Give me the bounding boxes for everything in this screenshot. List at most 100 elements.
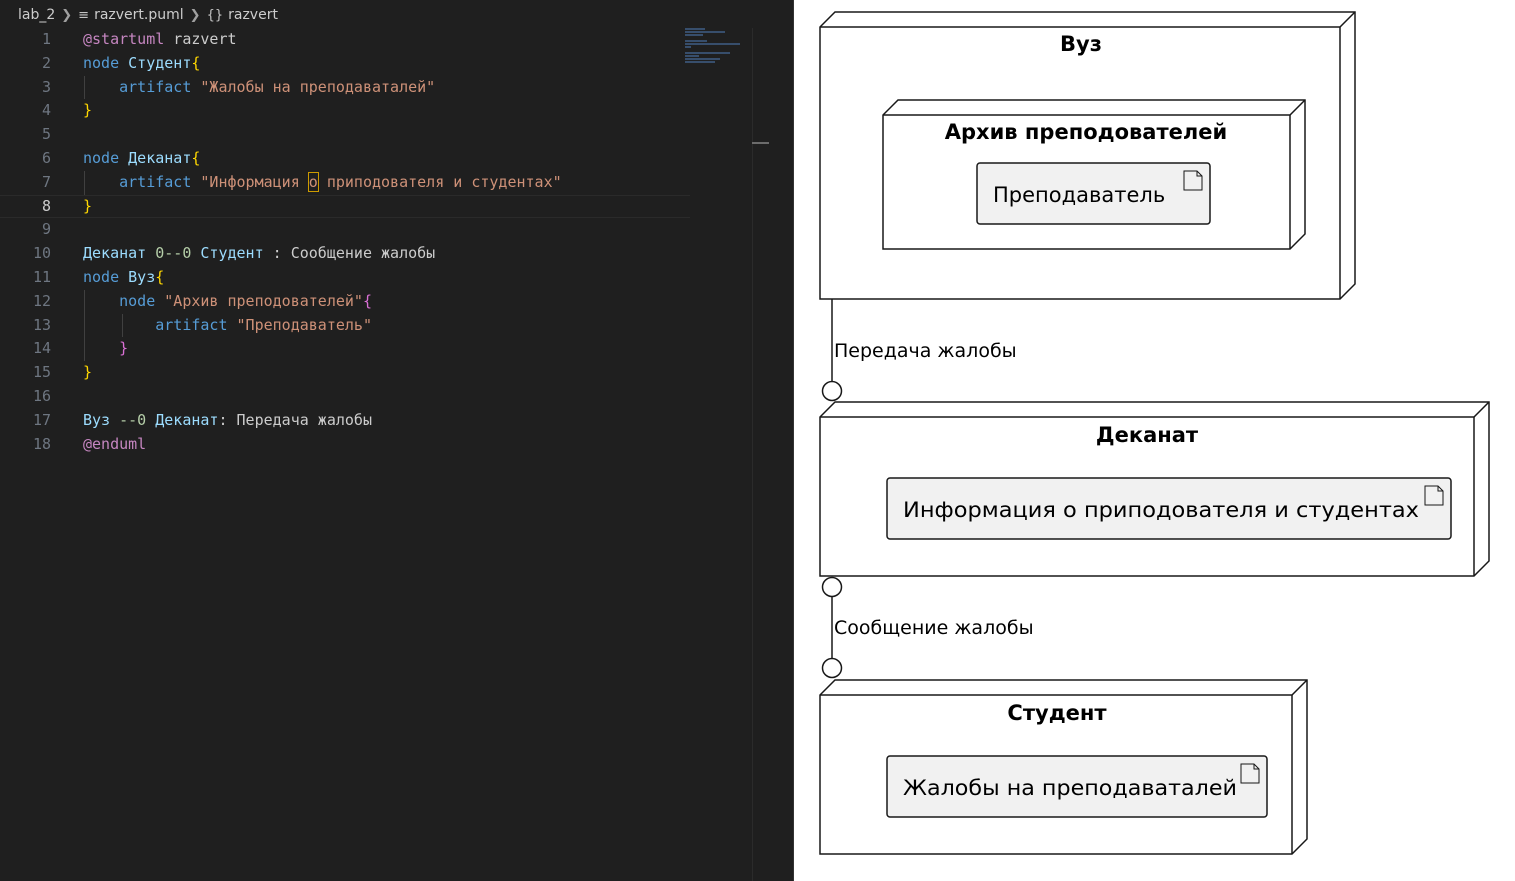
- line-number: 5: [41, 125, 51, 144]
- code-line[interactable]: 9: [0, 218, 690, 242]
- code-token: {: [155, 267, 165, 286]
- line-number: 10: [32, 244, 51, 263]
- code-token: {: [362, 291, 372, 310]
- line-number: 11: [32, 267, 51, 286]
- code-token: --0: [119, 410, 147, 429]
- code-line[interactable]: 11 node Вуз{: [0, 266, 690, 290]
- code-token: }: [119, 339, 129, 358]
- code-token: Вуз: [128, 267, 156, 286]
- code-token: приподователя и студентах": [317, 172, 562, 191]
- code-line[interactable]: 8}: [0, 195, 690, 219]
- indent-guide: [84, 170, 85, 195]
- code-text: }: [83, 195, 92, 219]
- list-icon: ≡: [78, 7, 90, 23]
- line-number: 14: [32, 339, 51, 358]
- code-line[interactable]: 3 artifact "Жалобы на преподаваталей": [0, 75, 690, 100]
- line-number: 9: [41, 220, 51, 239]
- code-token: {: [191, 148, 201, 167]
- diagram-preview: Вуз Архив преподователей Преподаватель П…: [793, 0, 1515, 881]
- line-number: 7: [41, 172, 51, 191]
- code-area[interactable]: 1 @startuml razvert 2 node Студент{3 artifa…: [0, 28, 690, 456]
- code-token: Студент: [200, 244, 264, 263]
- code-line[interactable]: 16: [0, 385, 690, 409]
- breadcrumb-symbol[interactable]: razvert: [228, 7, 278, 23]
- artifact-label-info: Информация о приподователя и студентах: [903, 498, 1419, 522]
- code-token: "Информация: [200, 172, 309, 191]
- indent-guide: [122, 313, 123, 338]
- code-token: node: [83, 267, 120, 286]
- code-text: artifact "Информация о приподователя и с…: [83, 171, 562, 195]
- splitter[interactable]: [769, 0, 793, 881]
- code-text: Вуз --0 Деканат: Передача жалобы: [83, 409, 372, 433]
- line-number: 3: [41, 77, 51, 96]
- node-title-dekanat: Деканат: [1096, 423, 1199, 447]
- code-line[interactable]: 10 Деканат 0--0 Студент : Сообщение жалоб…: [0, 242, 690, 266]
- code-token: node: [83, 53, 120, 72]
- breadcrumb-file[interactable]: razvert.puml: [94, 7, 184, 23]
- code-token: razvert: [164, 30, 237, 48]
- code-token: @enduml: [83, 434, 147, 453]
- line-number: 8: [41, 196, 51, 215]
- line-number: 16: [32, 386, 51, 405]
- code-text: }: [83, 337, 128, 361]
- code-line[interactable]: 6 node Деканат{: [0, 147, 690, 171]
- code-text: node "Архив преподователей"{: [83, 290, 372, 314]
- link-label-message: Сообщение жалобы: [834, 617, 1034, 639]
- code-line[interactable]: 2 node Студент{: [0, 52, 690, 76]
- code-line[interactable]: 1 @startuml razvert: [0, 28, 690, 52]
- code-text: node Вуз{: [83, 266, 164, 290]
- code-line[interactable]: 7 artifact "Информация о приподователя и…: [0, 170, 690, 195]
- code-token: }: [83, 101, 93, 120]
- code-line[interactable]: 14 }: [0, 337, 690, 362]
- code-text: }: [83, 99, 92, 123]
- code-token: "Преподаватель": [236, 315, 372, 334]
- code-token: 0--0: [155, 244, 192, 263]
- code-line[interactable]: 15}: [0, 361, 690, 385]
- code-token: Студент: [128, 53, 192, 72]
- code-token: Деканат: [83, 244, 147, 263]
- code-text: artifact "Жалобы на преподаваталей": [83, 76, 435, 100]
- code-text: node Деканат{: [83, 147, 200, 171]
- code-token: node: [83, 148, 120, 167]
- code-token: Деканат: [155, 410, 219, 429]
- code-token: Вуз: [83, 410, 111, 429]
- minimap[interactable]: [685, 28, 750, 68]
- code-line[interactable]: 5: [0, 123, 690, 147]
- code-text: node Студент{: [83, 52, 200, 76]
- chevron-right-icon: ❯: [189, 7, 201, 23]
- code-text: }: [83, 361, 92, 385]
- code-line[interactable]: 12 node "Архив преподователей"{: [0, 289, 690, 314]
- breadcrumb-folder[interactable]: lab_2: [18, 7, 55, 23]
- node-title-archive: Архив преподователей: [945, 120, 1227, 144]
- indent-guide: [84, 289, 85, 314]
- code-token: "Архив преподователей": [164, 291, 363, 310]
- scrollbar-thumb[interactable]: [752, 142, 769, 144]
- artifact-label-complaints: Жалобы на преподаваталей: [903, 776, 1237, 800]
- lollipop-circle: [821, 380, 843, 402]
- line-number: 18: [32, 434, 51, 453]
- code-token: "Жалобы на преподаваталей": [200, 77, 436, 96]
- code-token: }: [83, 196, 93, 215]
- code-line[interactable]: 17 Вуз --0 Деканат: Передача жалобы: [0, 409, 690, 433]
- code-line[interactable]: 13 artifact "Преподаватель": [0, 313, 690, 338]
- line-number: 15: [32, 363, 51, 382]
- deployment-diagram: Вуз Архив преподователей Преподаватель П…: [819, 11, 1490, 855]
- line-number: 13: [32, 315, 51, 334]
- code-line[interactable]: 18 @enduml: [0, 433, 690, 457]
- code-line[interactable]: 4}: [0, 99, 690, 123]
- artifact-label-teacher: Преподаватель: [993, 183, 1165, 207]
- vertical-scrollbar[interactable]: [752, 28, 770, 881]
- code-editor[interactable]: lab_2 ❯ ≡ razvert.puml ❯ {} razvert 1 @st…: [0, 0, 770, 881]
